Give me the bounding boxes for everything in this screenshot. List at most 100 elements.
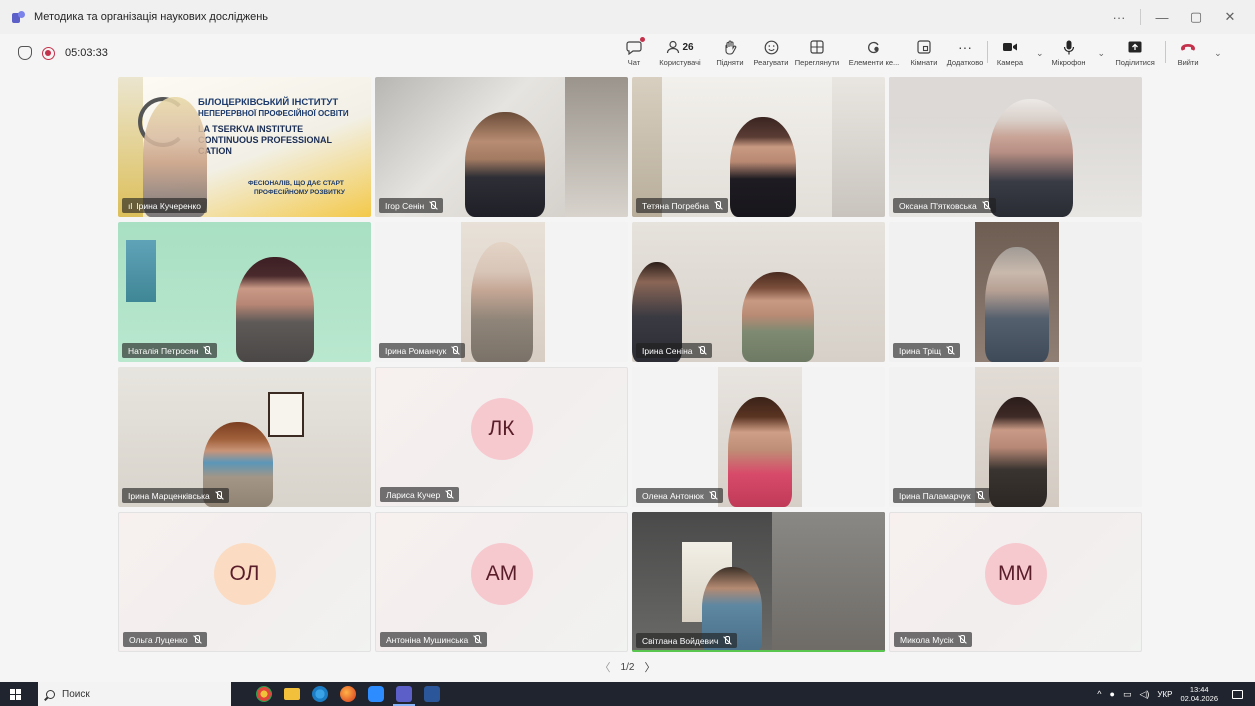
- participant-name: Оксана П'ятковська: [899, 200, 977, 211]
- mic-off-icon: [713, 201, 722, 210]
- participant-tile[interactable]: Ірина Сеніна: [632, 222, 885, 362]
- participant-name-tag: Оксана П'ятковська: [893, 198, 996, 213]
- microphone-icon: ●: [1109, 689, 1115, 699]
- language-indicator[interactable]: УКР: [1157, 690, 1172, 699]
- react-button[interactable]: Реагувати: [751, 34, 791, 72]
- participant-tile[interactable]: ЛК Лариса Кучер: [375, 367, 628, 507]
- participant-name-tag: Ірина Паламарчук: [893, 488, 990, 503]
- participant-name: Наталія Петросян: [128, 345, 199, 356]
- mic-off-icon: [708, 491, 717, 500]
- participant-tile[interactable]: Світлана Войдевич: [632, 512, 885, 652]
- participant-name: Ірина Сеніна: [642, 345, 693, 356]
- notification-icon[interactable]: [1232, 689, 1243, 699]
- chevron-down-icon[interactable]: ⌄: [1036, 48, 1044, 59]
- speaker-icon[interactable]: ◁): [1139, 689, 1149, 700]
- participant-tile[interactable]: АМ Антоніна Мушинська: [375, 512, 628, 652]
- chevron-down-icon[interactable]: ⌄: [1214, 48, 1222, 59]
- network-icon[interactable]: ▭: [1123, 689, 1132, 700]
- leave-button[interactable]: Вийти: [1166, 34, 1210, 72]
- chevron-right-icon[interactable]: 〉: [644, 659, 655, 675]
- zoom-icon[interactable]: [368, 686, 384, 702]
- chat-button[interactable]: Чат: [617, 34, 651, 72]
- taskbar-apps: [256, 686, 440, 706]
- minimize-button[interactable]: —: [1145, 0, 1179, 34]
- teams-icon: [12, 11, 26, 23]
- participant-tile[interactable]: БІЛОЦЕРКІВСЬКИЙ ІНСТИТУТ НЕПЕРЕРВНОЇ ПРО…: [118, 77, 371, 217]
- video-feed: БІЛОЦЕРКІВСЬКИЙ ІНСТИТУТ НЕПЕРЕРВНОЇ ПРО…: [118, 77, 371, 217]
- rooms-label: Кімнати: [910, 58, 938, 67]
- camera-button[interactable]: Камера: [988, 34, 1032, 72]
- video-feed: [632, 222, 885, 362]
- people-icon: 26: [666, 37, 694, 57]
- more-button[interactable]: ··· Додатково: [943, 34, 987, 72]
- windows-start-icon[interactable]: [10, 688, 21, 700]
- meeting-elements-label: Елементи ке...: [848, 58, 900, 67]
- avatar-initials: ММ: [998, 561, 1033, 585]
- mic-off-icon: [428, 201, 437, 210]
- mic-button[interactable]: Мікрофон: [1044, 34, 1094, 72]
- participant-name-tag: Антоніна Мушинська: [380, 632, 488, 647]
- speaking-indicator: [632, 650, 885, 652]
- raise-hand-button[interactable]: Підняти: [709, 34, 751, 72]
- participant-name-tag: Ірина Сеніна: [636, 343, 712, 358]
- firefox-icon[interactable]: [340, 686, 356, 702]
- meeting-toolbar: 05:03:33 Чат 26 Користувачі Підняти Реаг…: [0, 34, 1255, 72]
- rooms-button[interactable]: Кімнати: [905, 34, 943, 72]
- maximize-button[interactable]: ▢: [1179, 0, 1213, 34]
- view-button[interactable]: Переглянути: [791, 34, 843, 72]
- more-options-icon[interactable]: ···: [1102, 0, 1136, 34]
- participant-tile[interactable]: Ірина Тріщ: [889, 222, 1142, 362]
- raise-hand-label: Підняти: [716, 58, 744, 67]
- close-button[interactable]: ✕: [1213, 0, 1247, 34]
- taskbar-clock[interactable]: 13:44 02.04.2026: [1180, 685, 1218, 703]
- participant-tile[interactable]: Ірина Паламарчук: [889, 367, 1142, 507]
- participant-tile[interactable]: Олена Антонюк: [632, 367, 885, 507]
- apps-icon: [867, 37, 881, 57]
- participant-tile[interactable]: Ігор Сенін: [375, 77, 628, 217]
- meeting-controls: Чат 26 Користувачі Підняти Реагувати Пер…: [617, 34, 1222, 72]
- recording-icon: [42, 46, 55, 60]
- word-icon[interactable]: [424, 686, 440, 702]
- participant-tile[interactable]: Ірина Романчук: [375, 222, 628, 362]
- participant-tile[interactable]: ММ Микола Мусік: [889, 512, 1142, 652]
- participant-tile[interactable]: ОЛ Ольга Луценко: [118, 512, 371, 652]
- participant-tile[interactable]: Наталія Петросян: [118, 222, 371, 362]
- chat-label: Чат: [627, 58, 641, 67]
- share-button[interactable]: Поділитися: [1105, 34, 1165, 72]
- participant-name-tag: Лариса Кучер: [380, 487, 460, 502]
- participant-name: Ірина Паламарчук: [899, 490, 971, 501]
- participant-name-tag: Олена Антонюк: [636, 488, 723, 503]
- shield-icon[interactable]: [18, 46, 32, 60]
- search-placeholder: Поиск: [62, 688, 90, 700]
- folder-icon[interactable]: [284, 688, 300, 700]
- participant-name: Ольга Луценко: [129, 634, 188, 645]
- participant-name-tag: Микола Мусік: [894, 632, 973, 647]
- chrome-icon[interactable]: [256, 686, 272, 702]
- mic-off-icon: [945, 346, 954, 355]
- teams-icon[interactable]: [393, 686, 415, 706]
- avatar: ЛК: [470, 397, 533, 460]
- participant-name: Ігор Сенін: [385, 200, 425, 211]
- browser-icon[interactable]: [312, 686, 328, 702]
- video-feed: [889, 77, 1142, 217]
- video-feed: [375, 77, 628, 217]
- chevron-left-icon[interactable]: 〈: [600, 659, 611, 675]
- mic-off-icon: [697, 346, 706, 355]
- participant-name-tag: Ігор Сенін: [379, 198, 444, 213]
- chevron-down-icon[interactable]: ⌄: [1098, 48, 1106, 59]
- chat-icon: [626, 37, 645, 57]
- people-button[interactable]: 26 Користувачі: [651, 34, 709, 72]
- participant-tile[interactable]: Ірина Марценківська: [118, 367, 371, 507]
- smiley-icon: [764, 37, 779, 57]
- participant-tile[interactable]: Оксана П'ятковська: [889, 77, 1142, 217]
- window-controls: ··· — ▢ ✕: [1102, 0, 1247, 34]
- mic-off-icon: [722, 636, 731, 645]
- participant-name-tag: Наталія Петросян: [122, 343, 218, 358]
- video-feed: [632, 367, 885, 507]
- video-feed: [632, 77, 885, 217]
- avatar-initials: ЛК: [488, 416, 515, 440]
- meeting-elements-button[interactable]: Елементи ке...: [843, 34, 905, 72]
- taskbar-search[interactable]: Поиск: [38, 682, 231, 706]
- chevron-up-icon[interactable]: ^: [1097, 689, 1101, 699]
- participant-tile[interactable]: Тетяна Погребна: [632, 77, 885, 217]
